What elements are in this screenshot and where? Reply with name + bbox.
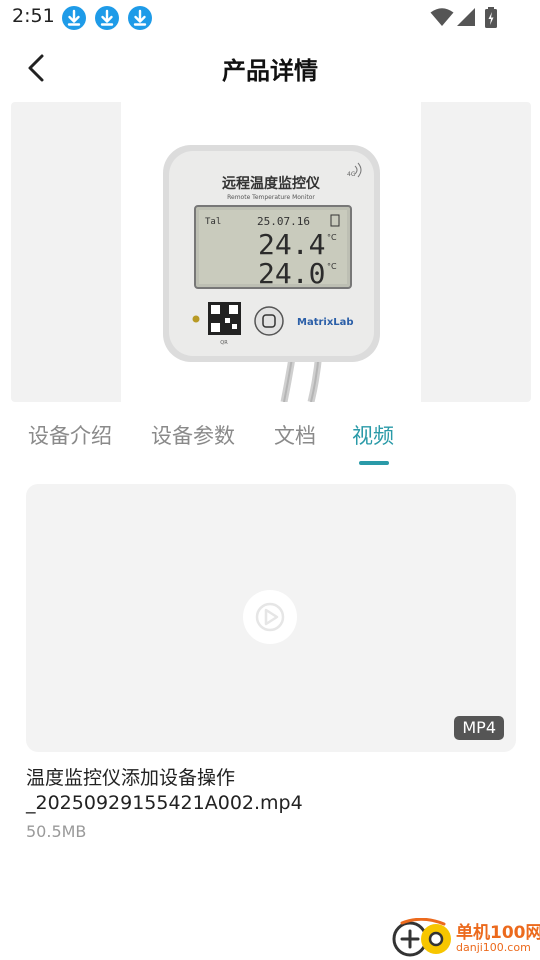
- tab-device-params[interactable]: 设备参数: [151, 420, 235, 450]
- watermark-logo: [392, 918, 451, 957]
- reading-1-unit: °C: [327, 233, 337, 242]
- product-image-carousel[interactable]: 远程温度监控仪 Remote Temperature Monitor 4G Ta…: [11, 102, 531, 402]
- tab-video[interactable]: 视频: [352, 420, 394, 450]
- watermark-name: 单机100网: [456, 923, 540, 943]
- status-bar: 2:51: [0, 0, 540, 36]
- network-badge: 4G: [347, 171, 356, 178]
- reading-2: 24.0: [258, 257, 325, 290]
- play-icon: [255, 602, 285, 632]
- video-thumbnail[interactable]: MP4: [26, 484, 516, 752]
- video-file-name[interactable]: 温度监控仪添加设备操作_20250929155421A002.mp4: [26, 766, 506, 816]
- download-icon: [62, 6, 86, 30]
- download-icon: [95, 6, 119, 30]
- app-header: 产品详情: [0, 36, 540, 102]
- device-brand: MatrixLab: [297, 317, 354, 328]
- video-file-size: 50.5MB: [26, 822, 87, 841]
- watermark-url: danji100.com: [456, 941, 531, 954]
- tab-documents[interactable]: 文档: [274, 420, 316, 450]
- device-subtitle: Remote Temperature Monitor: [227, 194, 315, 201]
- reading-2-unit: °C: [327, 262, 337, 271]
- lcd-date: 25.07.16: [257, 215, 310, 228]
- format-badge: MP4: [454, 716, 504, 740]
- wifi-icon: [430, 7, 454, 31]
- svg-text:Tal: Tal: [205, 217, 221, 227]
- signal-icon: [456, 7, 476, 31]
- watermark: 单机100网 danji100.com: [392, 916, 540, 960]
- svg-text:QR: QR: [220, 340, 228, 346]
- download-icon: [128, 6, 152, 30]
- status-time: 2:51: [12, 5, 55, 27]
- page-title: 产品详情: [222, 57, 318, 85]
- active-tab-indicator: [359, 461, 389, 465]
- device-title: 远程温度监控仪: [222, 175, 321, 192]
- product-image[interactable]: 远程温度监控仪 Remote Temperature Monitor 4G Ta…: [121, 102, 421, 402]
- battery-charging-icon: [484, 7, 498, 33]
- tab-device-intro[interactable]: 设备介绍: [28, 420, 112, 450]
- play-button[interactable]: [243, 590, 297, 644]
- tab-bar: 设备介绍 设备参数 文档 视频: [0, 410, 540, 468]
